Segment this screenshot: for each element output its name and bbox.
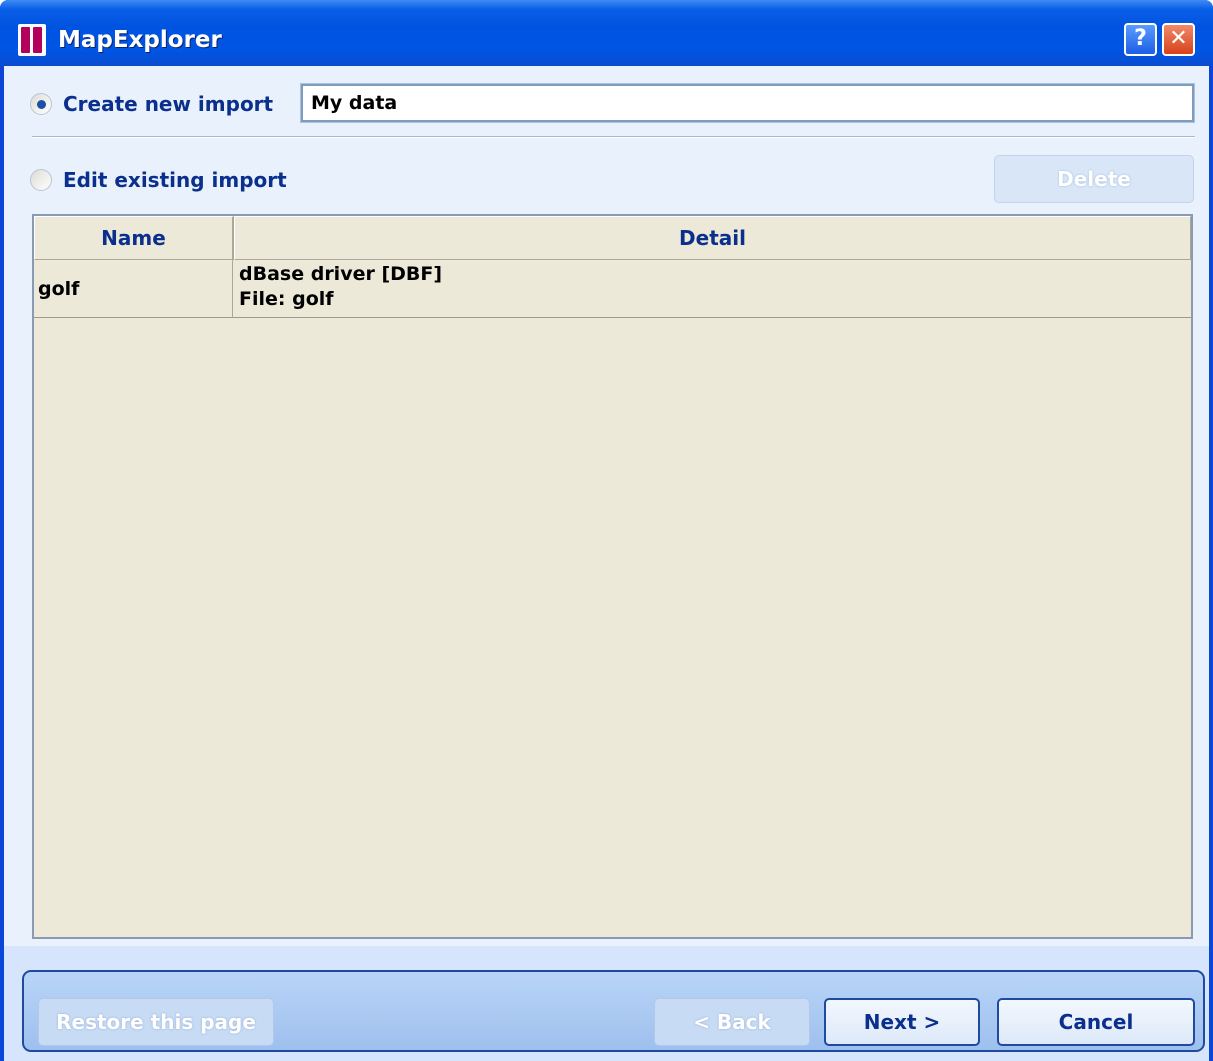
list-row[interactable]: golf dBase driver [DBF] File: golf — [34, 260, 1191, 318]
restore-page-button[interactable]: Restore this page — [38, 998, 274, 1046]
next-button[interactable]: Next > — [824, 998, 980, 1046]
create-new-import-label: Create new import — [63, 92, 274, 116]
edit-existing-import-radio[interactable] — [30, 169, 52, 191]
window-title: MapExplorer — [58, 27, 222, 53]
dialog-body: Create new import Edit existing import D… — [4, 66, 1209, 1061]
cancel-button[interactable]: Cancel — [997, 998, 1195, 1046]
column-divider — [232, 260, 233, 318]
edit-existing-import-option[interactable]: Edit existing import — [30, 168, 287, 192]
title-bar[interactable]: MapExplorer ? ✕ — [0, 0, 1213, 66]
row-detail: dBase driver [DBF] File: golf — [239, 262, 1179, 312]
mapexplorer-logo-icon — [18, 24, 46, 56]
create-new-import-option[interactable]: Create new import — [30, 92, 273, 116]
import-name-input[interactable] — [300, 83, 1195, 123]
column-header-name[interactable]: Name — [34, 216, 234, 260]
delete-button[interactable]: Delete — [994, 155, 1194, 203]
help-button[interactable]: ? — [1124, 23, 1157, 56]
import-panel: Create new import Edit existing import D… — [4, 66, 1209, 946]
mapexplorer-window: MapExplorer ? ✕ Create new import Edit e… — [0, 0, 1213, 1061]
imports-list[interactable]: Name Detail golf dBase driver [DBF] File… — [32, 214, 1193, 939]
column-header-detail[interactable]: Detail — [234, 216, 1191, 260]
edit-existing-import-label: Edit existing import — [63, 168, 287, 192]
row-detail-file: File: golf — [239, 288, 334, 310]
close-button[interactable]: ✕ — [1162, 23, 1195, 56]
row-detail-driver: dBase driver [DBF] — [239, 263, 443, 285]
wizard-button-bar: Restore this page < Back Next > Cancel — [22, 970, 1205, 1052]
separator — [32, 136, 1195, 138]
list-header: Name Detail — [34, 216, 1191, 260]
row-name: golf — [38, 278, 80, 300]
create-new-import-radio[interactable] — [30, 93, 52, 115]
back-button[interactable]: < Back — [654, 998, 810, 1046]
